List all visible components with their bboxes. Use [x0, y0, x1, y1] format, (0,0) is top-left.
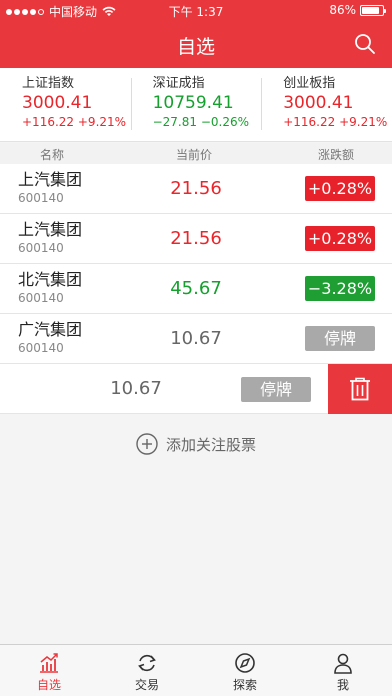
stock-row[interactable]: 北汽集团 600140 45.67 −3.28%: [0, 264, 392, 314]
tab-watchlist[interactable]: 自选: [0, 645, 98, 696]
index-change: +116.22: [283, 115, 336, 129]
stock-row[interactable]: 广汽集团 600140 10.67 停牌: [0, 314, 392, 364]
tab-trade[interactable]: 交易: [98, 645, 196, 696]
index-name: 创业板指: [283, 76, 336, 91]
battery-icon: [360, 4, 386, 16]
index-change: −27.81: [152, 115, 198, 129]
index-card-cyb[interactable]: 创业板指 3000.41 +116.22 +9.21%: [261, 68, 392, 141]
index-value: 3000.41: [22, 93, 93, 113]
add-watch-button[interactable]: 添加关注股票: [0, 415, 392, 473]
header: 中国移动 下午 1:37 86% 自选: [0, 0, 392, 68]
stock-name: 上汽集团: [18, 170, 83, 189]
delete-button[interactable]: [328, 364, 392, 414]
user-icon: [334, 653, 352, 674]
tab-label: 交易: [134, 678, 159, 692]
stock-code: 600140: [18, 191, 64, 205]
tab-label: 自选: [36, 678, 61, 692]
change-badge[interactable]: +0.28%: [305, 176, 375, 201]
watchlist-screen: 中国移动 下午 1:37 86% 自选 上证指数 3000.41 +116.22…: [0, 0, 392, 696]
add-circle-icon: [136, 433, 158, 455]
column-price[interactable]: 当前价: [176, 146, 212, 163]
index-card-sh[interactable]: 上证指数 3000.41 +116.22 +9.21%: [0, 68, 131, 141]
add-watch-label: 添加关注股票: [165, 435, 256, 454]
stock-price: 10.67: [170, 328, 222, 349]
stock-name: 上汽集团: [18, 220, 83, 239]
index-percent: −0.26%: [200, 115, 250, 129]
stock-code: 600140: [18, 291, 64, 305]
stock-price: 21.56: [170, 178, 222, 199]
stock-price: 10.67: [110, 378, 162, 399]
index-name: 上证指数: [22, 76, 75, 91]
index-name: 深证成指: [152, 76, 205, 91]
column-header: 名称 当前价 涨跌额: [0, 143, 392, 164]
stock-row[interactable]: 上汽集团 600140 21.56 +0.28%: [0, 214, 392, 264]
index-change: +116.22: [22, 115, 75, 129]
index-value: 3000.41: [283, 93, 354, 113]
chart-icon: [40, 653, 58, 673]
tab-label: 我: [336, 678, 349, 692]
index-card-sz[interactable]: 深证成指 10759.41 −27.81 −0.26%: [130, 68, 262, 141]
stock-code: 600140: [18, 341, 64, 355]
compass-icon: [235, 653, 255, 673]
search-icon[interactable]: [354, 33, 376, 55]
stock-row[interactable]: 上汽集团 600140 21.56 +0.28%: [0, 164, 392, 214]
column-name: 名称: [40, 148, 65, 162]
stock-row-swiped[interactable]: 集团 10.67 停牌: [0, 364, 392, 414]
tab-me[interactable]: 我: [294, 645, 392, 696]
tab-label: 探索: [232, 678, 257, 692]
stock-price: 45.67: [170, 278, 222, 299]
refresh-icon: [138, 654, 156, 672]
stock-code: 600140: [18, 241, 64, 255]
trash-icon: [350, 377, 370, 401]
halt-badge[interactable]: 停牌: [305, 326, 375, 351]
index-percent: +9.21%: [339, 115, 388, 129]
change-badge[interactable]: +0.28%: [305, 226, 375, 251]
index-value: 10759.41: [152, 93, 234, 113]
battery-percent: 86%: [329, 3, 356, 17]
index-summary: 上证指数 3000.41 +116.22 +9.21% 深证成指 10759.4…: [0, 68, 392, 142]
stock-price: 21.56: [170, 228, 222, 249]
halt-badge[interactable]: 停牌: [241, 377, 311, 402]
change-badge[interactable]: −3.28%: [305, 276, 375, 301]
index-percent: +9.21%: [77, 115, 127, 129]
tab-explore[interactable]: 探索: [196, 645, 294, 696]
tab-bar: 自选 交易 探索 我: [0, 644, 392, 696]
column-change[interactable]: 涨跌额: [318, 146, 354, 163]
stock-name: 广汽集团: [18, 320, 83, 339]
status-bar: 中国移动 下午 1:37 86%: [0, 0, 392, 22]
page-title: 自选: [176, 36, 215, 58]
stock-name: 北汽集团: [18, 270, 83, 289]
